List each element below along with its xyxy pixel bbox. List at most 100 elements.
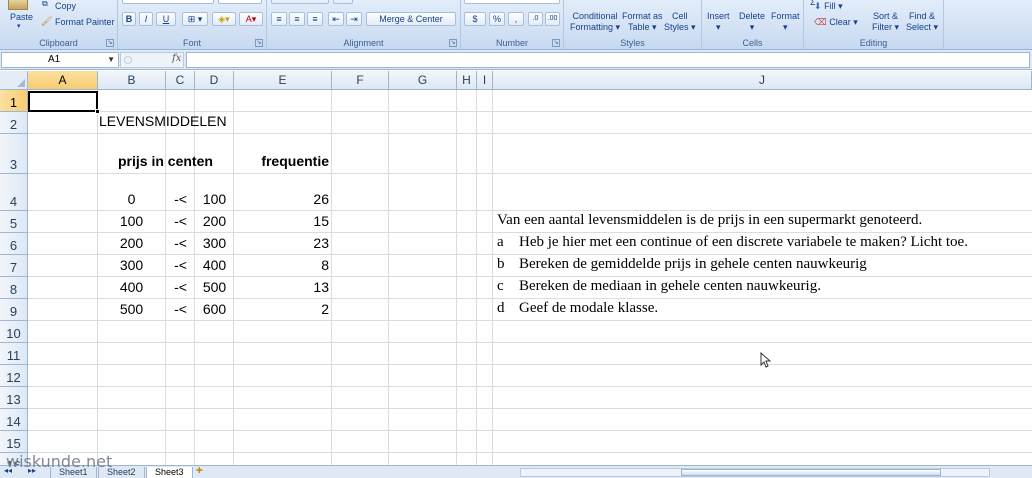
underline-button[interactable]: U	[156, 12, 176, 26]
row-header-9[interactable]: 9	[0, 299, 28, 321]
column-header-j[interactable]: J	[493, 71, 1032, 90]
cell-d4-to[interactable]: 100	[195, 191, 234, 207]
clipboard-launcher-icon[interactable]: ↘	[106, 39, 114, 47]
cell-c6-sep[interactable]: -<	[166, 235, 195, 251]
row-header-11[interactable]: 11	[0, 343, 28, 365]
align-top-button[interactable]	[271, 0, 329, 4]
font-name-box[interactable]	[122, 0, 214, 4]
cell-j6-text[interactable]: Heb je hier met een continue of een disc…	[519, 234, 968, 251]
active-cell-a1[interactable]	[28, 91, 100, 114]
cell-d9-to[interactable]: 600	[195, 301, 234, 317]
sort-filter-button[interactable]: Sort & Filter ▾	[872, 11, 899, 33]
decrease-indent-button[interactable]: ⇤	[328, 12, 344, 26]
column-header-h[interactable]: H	[457, 71, 477, 90]
row-header-10[interactable]: 10	[0, 321, 28, 343]
copy-icon[interactable]: ⧉	[42, 0, 48, 9]
column-header-i[interactable]: I	[477, 71, 493, 90]
borders-button[interactable]: ⊞ ▾	[182, 12, 208, 26]
cell-b8-from[interactable]: 400	[98, 279, 165, 295]
cell-j8-text[interactable]: Bereken de mediaan in gehele centen nauw…	[519, 278, 821, 295]
fill-button[interactable]: ⬇ Fill ▾	[814, 1, 843, 12]
name-box[interactable]: A1 ▼	[1, 52, 119, 68]
alignment-launcher-icon[interactable]: ↘	[449, 39, 457, 47]
column-header-e[interactable]: E	[234, 71, 332, 90]
scrollbar-thumb[interactable]	[681, 469, 941, 476]
format-painter-icon[interactable]: 🖌	[41, 16, 52, 27]
increase-decimal-button[interactable]: .0	[528, 12, 543, 26]
cell-e8-freq[interactable]: 13	[234, 279, 329, 295]
paste-icon[interactable]	[8, 0, 28, 10]
row-header-6[interactable]: 6	[0, 233, 28, 255]
font-launcher-icon[interactable]: ↘	[255, 39, 263, 47]
tab-sheet3[interactable]: Sheet3	[146, 467, 193, 478]
cell-d7-to[interactable]: 400	[195, 257, 234, 273]
percent-button[interactable]: %	[489, 12, 505, 26]
cell-c9-sep[interactable]: -<	[166, 301, 195, 317]
cell-e7-freq[interactable]: 8	[234, 257, 329, 273]
worksheet-grid[interactable]: A B C D E F G H I J 1 2 3 4 5 6 7 8 9 10…	[0, 71, 1032, 465]
row-header-15[interactable]: 15	[0, 431, 28, 453]
cell-c8-sep[interactable]: -<	[166, 279, 195, 295]
row-header-5[interactable]: 5	[0, 211, 28, 233]
currency-button[interactable]: $	[464, 12, 486, 26]
format-button[interactable]: Format ▾	[771, 11, 800, 33]
cell-b2-title[interactable]: LEVENSMIDDELEN	[99, 113, 227, 129]
cell-styles-button[interactable]: Cell Styles ▾	[664, 11, 696, 33]
row-header-3[interactable]: 3	[0, 134, 28, 174]
cell-d6-to[interactable]: 300	[195, 235, 234, 251]
font-size-box[interactable]	[218, 0, 262, 4]
number-format-box[interactable]	[464, 0, 560, 4]
cell-b5-from[interactable]: 100	[98, 213, 165, 229]
row-header-8[interactable]: 8	[0, 277, 28, 299]
cell-c4-sep[interactable]: -<	[166, 191, 195, 207]
cell-e4-freq[interactable]: 26	[234, 191, 329, 207]
column-header-g[interactable]: G	[389, 71, 457, 90]
row-header-2[interactable]: 2	[0, 112, 28, 134]
row-header-7[interactable]: 7	[0, 255, 28, 277]
cell-d8-to[interactable]: 500	[195, 279, 234, 295]
cell-j9-text[interactable]: Geef de modale klasse.	[519, 300, 658, 317]
insert-function-icon[interactable]: fx	[172, 53, 181, 64]
row-header-14[interactable]: 14	[0, 409, 28, 431]
row-header-13[interactable]: 13	[0, 387, 28, 409]
cell-e5-freq[interactable]: 15	[234, 213, 329, 229]
increase-indent-button[interactable]: ⇥	[346, 12, 362, 26]
format-as-table-button[interactable]: Format as Table ▾	[622, 11, 663, 33]
row-header-12[interactable]: 12	[0, 365, 28, 387]
cell-e3-header-frequency[interactable]: frequentie	[234, 153, 329, 169]
align-left-button[interactable]: ≡	[271, 12, 287, 26]
fill-handle[interactable]	[95, 109, 100, 114]
decrease-decimal-button[interactable]: .00	[545, 12, 560, 26]
font-color-button[interactable]: A▾	[239, 12, 263, 26]
row-header-4[interactable]: 4	[0, 174, 28, 211]
column-header-b[interactable]: B	[98, 71, 166, 90]
name-box-dropdown-icon[interactable]: ▼	[107, 53, 115, 67]
fill-color-button[interactable]: ◈▾	[212, 12, 236, 26]
row-header-1[interactable]: 1	[0, 90, 28, 112]
cell-b4-from[interactable]: 0	[98, 191, 165, 207]
conditional-formatting-button[interactable]: Conditional Formatting ▾	[570, 11, 620, 33]
column-header-d[interactable]: D	[195, 71, 234, 90]
formula-input[interactable]	[186, 52, 1030, 68]
cell-c5-sep[interactable]: -<	[166, 213, 195, 229]
merge-center-button[interactable]: Merge & Center	[366, 12, 456, 26]
bold-button[interactable]: B	[122, 12, 136, 26]
horizontal-scrollbar[interactable]	[520, 468, 990, 477]
number-launcher-icon[interactable]: ↘	[552, 39, 560, 47]
insert-button[interactable]: Insert ▾	[707, 11, 730, 33]
cell-d5-to[interactable]: 200	[195, 213, 234, 229]
column-header-f[interactable]: F	[332, 71, 389, 90]
cell-c7-sep[interactable]: -<	[166, 257, 195, 273]
format-painter-button[interactable]: Format Painter	[55, 17, 115, 27]
align-center-button[interactable]: ≡	[289, 12, 305, 26]
insert-sheet-icon[interactable]: ✚	[196, 466, 203, 475]
select-all-button[interactable]	[0, 71, 28, 90]
italic-button[interactable]: I	[139, 12, 153, 26]
cell-j7-text[interactable]: Bereken de gemiddelde prijs in gehele ce…	[519, 256, 867, 273]
delete-button[interactable]: Delete ▾	[739, 11, 765, 33]
cell-j5-question[interactable]: Van een aantal levensmiddelen is de prij…	[497, 212, 922, 229]
cell-e9-freq[interactable]: 2	[234, 301, 329, 317]
cell-b3-header-price[interactable]: prijs in centen	[118, 153, 213, 169]
cell-b9-from[interactable]: 500	[98, 301, 165, 317]
find-select-button[interactable]: Find & Select ▾	[906, 11, 938, 33]
